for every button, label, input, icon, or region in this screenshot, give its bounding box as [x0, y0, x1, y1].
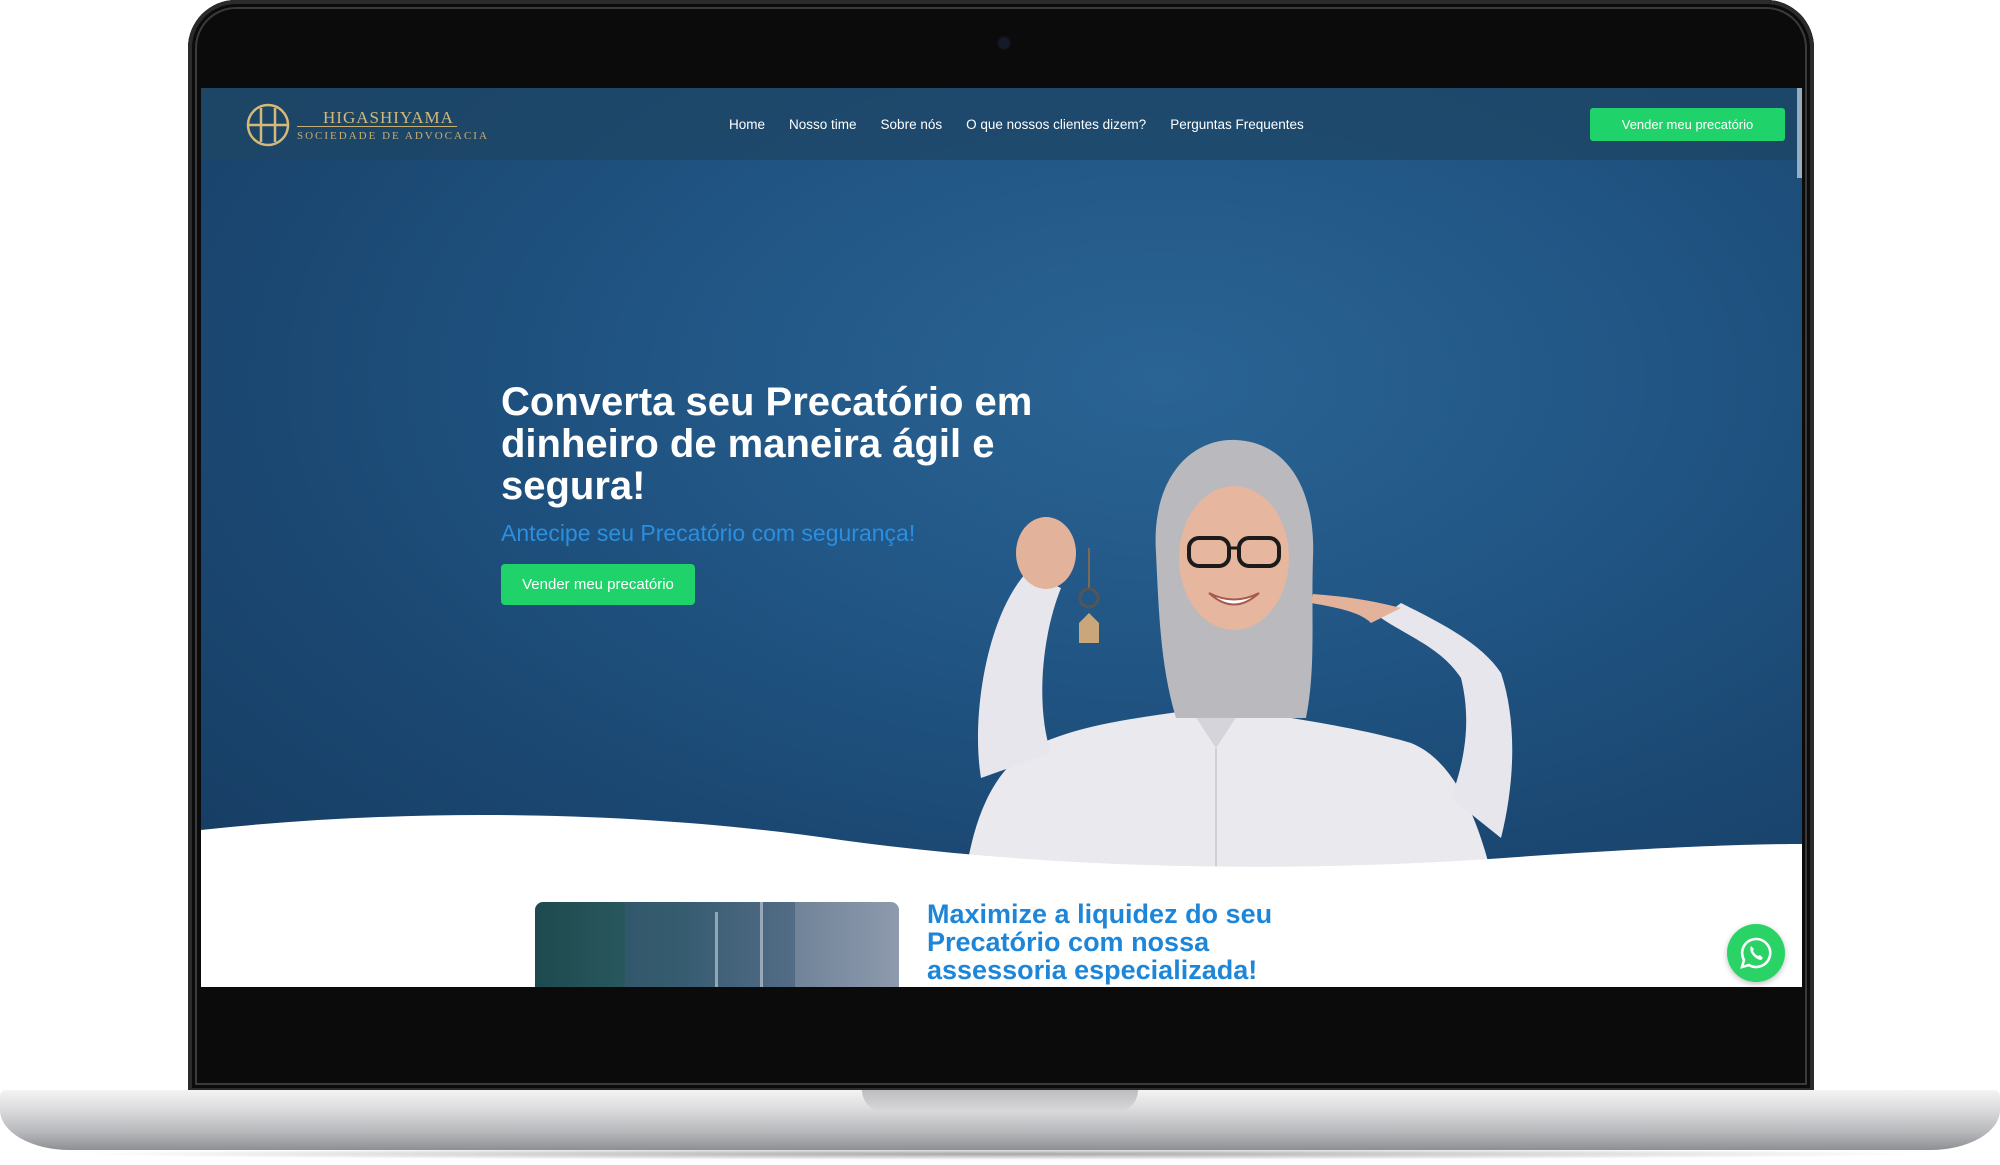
- page-scrollbar[interactable]: [1797, 88, 1802, 178]
- hero-title: Converta seu Precatório em dinheiro de m…: [501, 380, 1033, 508]
- higashiyama-logo-mark: [246, 103, 290, 147]
- section2-image: [535, 902, 899, 987]
- nav-nosso-time[interactable]: Nosso time: [789, 117, 857, 132]
- webcam: [998, 37, 1010, 49]
- logo-divider: [297, 126, 457, 127]
- whatsapp-icon: [1740, 937, 1772, 969]
- laptop-screen: HIGASHIYAMA SOCIEDADE DE ADVOCACIA Home …: [201, 88, 1802, 987]
- nav-perguntas[interactable]: Perguntas Frequentes: [1170, 117, 1304, 132]
- logo-name: HIGASHIYAMA: [323, 108, 454, 127]
- hero-subtitle: Antecipe seu Precatório com segurança!: [501, 520, 916, 546]
- nav-sobre-nos[interactable]: Sobre nós: [881, 117, 943, 132]
- main-nav: Home Nosso time Sobre nós O que nossos c…: [729, 88, 1328, 160]
- nav-home[interactable]: Home: [729, 117, 765, 132]
- site-header: HIGASHIYAMA SOCIEDADE DE ADVOCACIA Home …: [201, 88, 1802, 160]
- hero-cta-button[interactable]: Vender meu precatório: [501, 564, 695, 605]
- nav-clientes[interactable]: O que nossos clientes dizem?: [966, 117, 1146, 132]
- laptop-notch: [862, 1090, 1138, 1112]
- section2-title: Maximize a liquidez do seu Precatório co…: [927, 899, 1273, 985]
- site-logo[interactable]: HIGASHIYAMA SOCIEDADE DE ADVOCACIA: [245, 102, 505, 148]
- header-cta-button[interactable]: Vender meu precatório: [1590, 108, 1785, 141]
- logo-subtitle: SOCIEDADE DE ADVOCACIA: [297, 130, 489, 142]
- whatsapp-button[interactable]: [1727, 924, 1785, 982]
